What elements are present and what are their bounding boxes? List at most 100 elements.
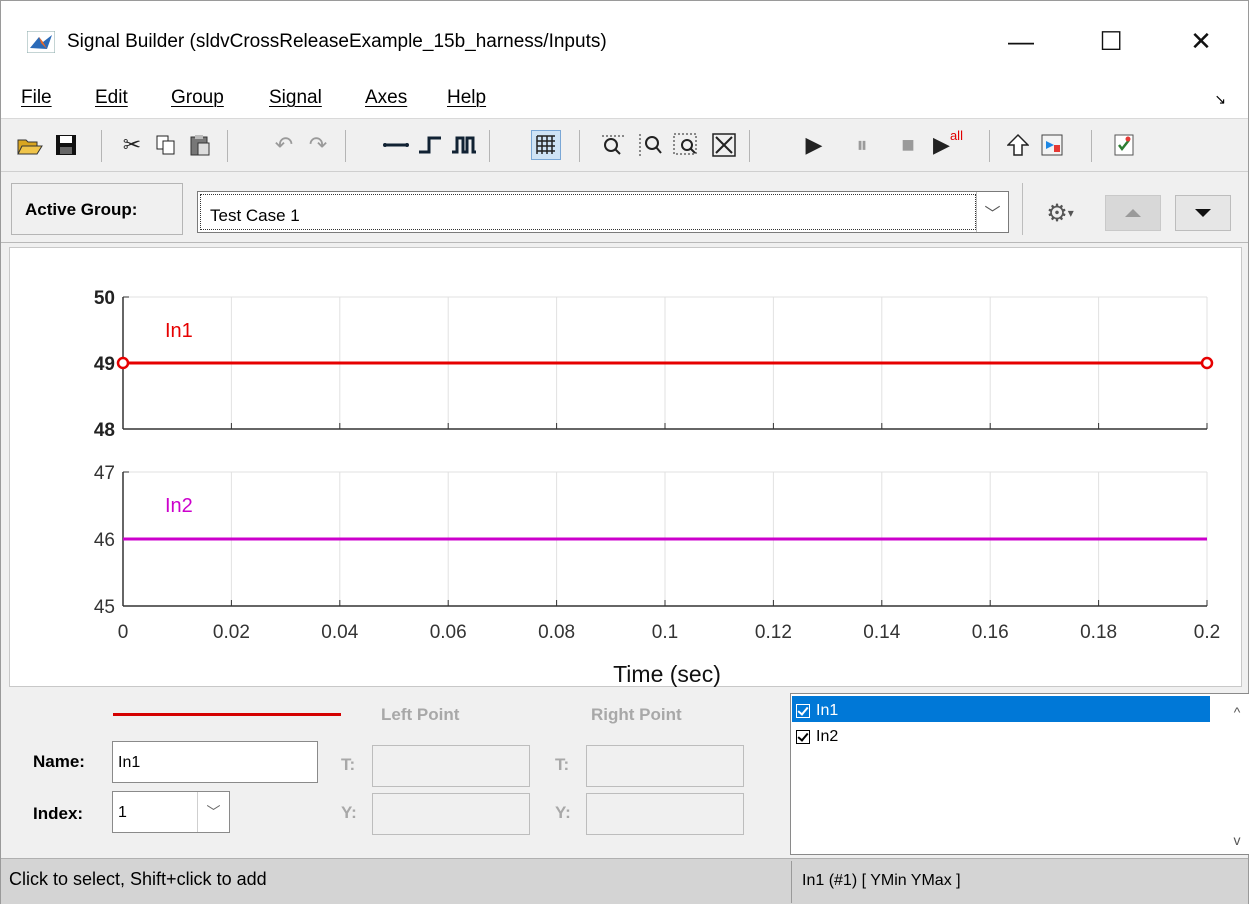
series-point-marker: [1200, 356, 1214, 370]
paste-icon[interactable]: [185, 130, 215, 160]
focus-outline: Test Case 1: [200, 194, 976, 230]
maximize-button[interactable]: ☐: [1076, 15, 1146, 67]
active-group-value: Test Case 1: [210, 206, 300, 225]
signal-list-label: In1: [816, 701, 839, 719]
x-tick-label: 0.08: [538, 622, 575, 643]
x-tick-label: 0.06: [430, 622, 467, 643]
grid-icon[interactable]: [531, 130, 561, 160]
active-group-select[interactable]: Test Case 1 ﹀: [197, 191, 1009, 233]
signal-list[interactable]: In1 In2 ^ v: [790, 693, 1249, 855]
left-t-label: T:: [341, 755, 356, 774]
name-field[interactable]: In1: [112, 741, 318, 783]
x-tick-label: 0: [118, 622, 129, 643]
index-value: 1: [118, 804, 127, 821]
x-tick-label: 0.1: [652, 622, 678, 643]
triangle-down-icon: [1195, 209, 1211, 217]
toolbar: ✂ ↶ ↷ ▶ ⏸ ■ ▶ all: [1, 120, 1248, 172]
index-label: Index:: [33, 804, 84, 823]
series-point-marker: [116, 356, 130, 370]
signal-list-item-in1[interactable]: In1: [792, 696, 1210, 722]
menu-edit[interactable]: Edit: [95, 87, 128, 109]
move-up-button[interactable]: [1105, 195, 1161, 231]
window-title: Signal Builder (sldvCrossReleaseExample_…: [67, 31, 607, 52]
right-point-y-field[interactable]: [586, 793, 744, 835]
status-signal-info-box: In1 (#1) [ YMin YMax ]: [791, 861, 1243, 903]
menu-help[interactable]: Help: [447, 87, 486, 109]
x-tick-label: 0.02: [213, 622, 250, 643]
toolbar-separator: [989, 130, 990, 162]
minimize-button[interactable]: —: [986, 15, 1056, 67]
right-t-label: T:: [555, 755, 570, 774]
toolbar-separator: [1091, 130, 1092, 162]
cut-icon[interactable]: ✂: [117, 130, 147, 160]
signal-list-label: In2: [816, 727, 839, 745]
toolbar-separator: [227, 130, 228, 162]
scroll-up-icon[interactable]: ^: [1227, 704, 1247, 720]
toolbar-separator: [749, 130, 750, 162]
resize-corner-icon: ↘: [1214, 91, 1226, 107]
status-bar: Click to select, Shift+click to add In1 …: [1, 858, 1248, 904]
scroll-down-icon[interactable]: v: [1227, 832, 1247, 848]
move-down-button[interactable]: [1175, 195, 1231, 231]
open-icon[interactable]: [15, 130, 45, 160]
step-icon[interactable]: [415, 130, 445, 160]
upload-icon[interactable]: [1003, 130, 1033, 160]
open-model-icon[interactable]: [1037, 130, 1067, 160]
zoom-y-icon[interactable]: [635, 130, 665, 160]
verify-icon[interactable]: [1109, 130, 1139, 160]
status-message: Click to select, Shift+click to add: [9, 869, 267, 889]
y-tick-label: 50: [94, 288, 115, 309]
close-button[interactable]: ✕: [1166, 15, 1236, 67]
menu-axes[interactable]: Axes: [365, 87, 407, 109]
matlab-logo-icon: [27, 31, 55, 53]
index-select[interactable]: 1 ﹀: [112, 791, 230, 833]
left-point-y-field[interactable]: [372, 793, 530, 835]
toolbar-separator: [101, 130, 102, 162]
constant-icon[interactable]: [381, 130, 411, 160]
zoom-xy-icon[interactable]: [671, 130, 701, 160]
series-label-in2: In2: [165, 495, 193, 517]
left-point-t-field[interactable]: [372, 745, 530, 787]
x-tick-label: 0.2: [1194, 622, 1220, 643]
x-tick-label: 0.18: [1080, 622, 1117, 643]
chevron-down-icon[interactable]: ﹀: [976, 192, 1008, 232]
checkbox-checked-icon[interactable]: [796, 729, 810, 744]
y-tick-label: 48: [94, 420, 115, 441]
zoom-x-icon[interactable]: [599, 130, 629, 160]
play-icon[interactable]: ▶: [799, 130, 829, 160]
copy-icon[interactable]: [151, 130, 181, 160]
toolbar-separator: [579, 130, 580, 162]
gear-icon[interactable]: ⚙ ▾: [1034, 195, 1086, 231]
signal-builder-window: Signal Builder (sldvCrossReleaseExample_…: [0, 0, 1249, 904]
menu-signal[interactable]: Signal: [269, 87, 322, 109]
fit-view-icon[interactable]: [709, 130, 739, 160]
chevron-down-icon[interactable]: ﹀: [197, 792, 229, 832]
menu-file[interactable]: File: [21, 87, 52, 109]
signal-list-item-in2[interactable]: In2: [792, 722, 1210, 748]
play-all-icon[interactable]: ▶ all: [933, 128, 963, 160]
undo-icon[interactable]: ↶: [269, 130, 299, 160]
signal-plot[interactable]: 50 49 48 In1 47 46 45 In2 0 0.02 0.04 0.06 0.08 0.1 0.…: [10, 248, 1243, 688]
x-tick-label: 0.12: [755, 622, 792, 643]
right-point-t-field[interactable]: [586, 745, 744, 787]
menu-bar: File Edit Group Signal Axes Help ↘: [1, 81, 1248, 119]
y-tick-label: 49: [94, 354, 115, 375]
left-point-heading: Left Point: [381, 705, 460, 724]
save-icon[interactable]: [51, 130, 81, 160]
active-group-label: Active Group:: [25, 200, 138, 219]
signal-plot-area[interactable]: 50 49 48 In1 47 46 45 In2 0 0.02 0.04 0.06 0.08 0.1 0.…: [9, 247, 1242, 687]
y-tick-label: 45: [94, 597, 115, 618]
stop-icon[interactable]: ■: [893, 130, 923, 160]
checkbox-checked-icon[interactable]: [796, 703, 810, 718]
triangle-up-icon: [1125, 209, 1141, 217]
y-tick-label: 46: [94, 530, 115, 551]
active-group-bar: Active Group: Test Case 1 ﹀ ⚙ ▾: [1, 173, 1248, 243]
series-label-in1: In1: [165, 320, 193, 342]
pulse-icon[interactable]: [449, 130, 479, 160]
x-axis-label: Time (sec): [613, 661, 721, 687]
redo-icon[interactable]: ↷: [303, 130, 333, 160]
y-tick-label: 47: [94, 463, 115, 484]
menu-group[interactable]: Group: [171, 87, 224, 109]
toolbar-separator: [345, 130, 346, 162]
pause-icon[interactable]: ⏸: [847, 130, 877, 160]
